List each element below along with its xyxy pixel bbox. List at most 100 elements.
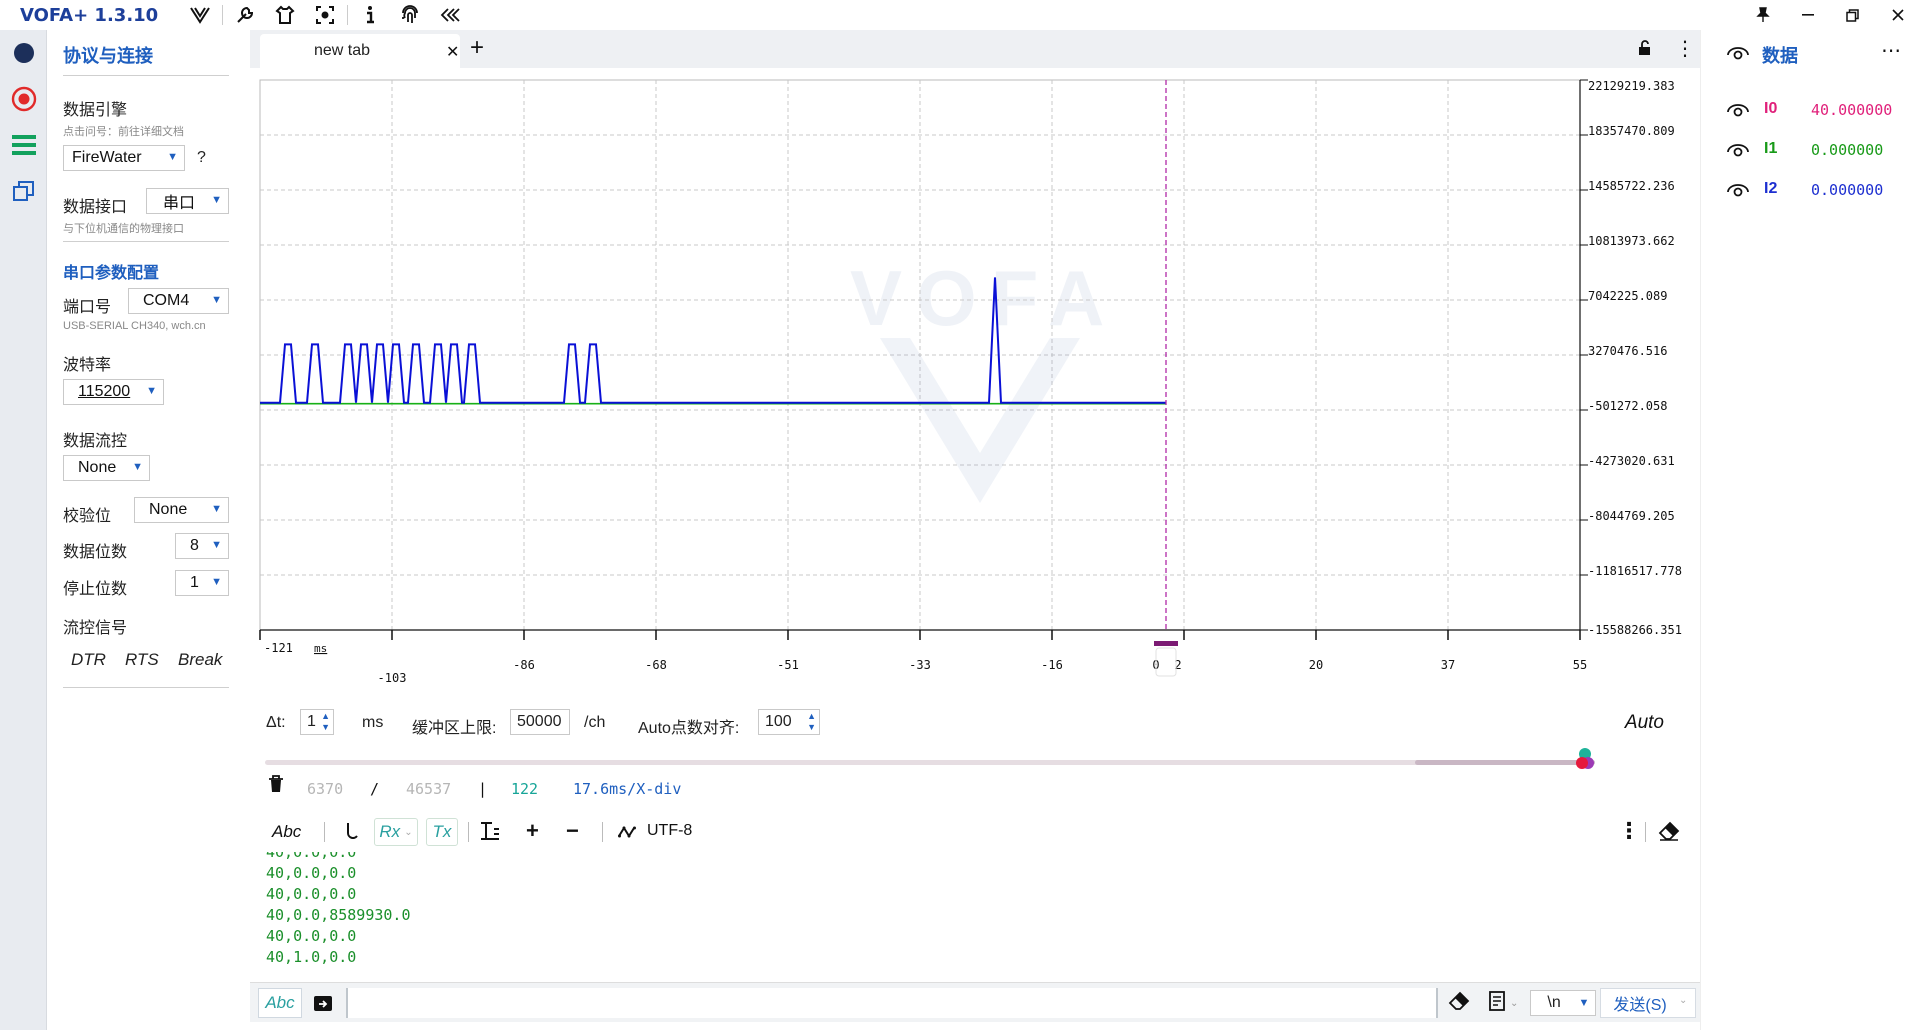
more-vertical-icon[interactable]: ⋮ bbox=[1618, 818, 1640, 844]
interface-dropdown[interactable]: 串口 ▼ bbox=[146, 188, 229, 214]
channel-row-i2[interactable]: I2 0.000000 bbox=[1727, 178, 1907, 202]
wrench-icon[interactable] bbox=[225, 0, 265, 30]
collapse-icon[interactable] bbox=[430, 0, 470, 30]
flow-dropdown[interactable]: None ▼ bbox=[63, 455, 150, 481]
tab-new-tab[interactable]: new tab ✕ bbox=[260, 34, 460, 68]
baud-dropdown[interactable]: 115200 ▼ bbox=[63, 379, 164, 405]
target-icon[interactable] bbox=[0, 76, 47, 122]
send-file-icon[interactable] bbox=[313, 993, 333, 1018]
dtr-button[interactable]: DTR bbox=[71, 650, 106, 670]
auto-align-label: Auto点数对齐: bbox=[638, 720, 740, 737]
eraser-icon[interactable] bbox=[1658, 821, 1680, 846]
channel-row-i0[interactable]: I0 40.000000 bbox=[1727, 98, 1907, 122]
buffer-input[interactable]: 50000 bbox=[510, 709, 570, 735]
x-tick-label: 20 bbox=[1309, 658, 1323, 672]
hook-icon[interactable] bbox=[344, 821, 358, 846]
waveform-plot[interactable]: VOFA 22129219.383 18357470.809 14585722.23… bbox=[250, 68, 1700, 700]
auto-align-spinbox[interactable]: 100 ▲ ▼ bbox=[758, 709, 820, 735]
chevron-down-icon: ▼ bbox=[132, 461, 143, 473]
y-tick-label: -8044769.205 bbox=[1588, 509, 1675, 523]
text-format-icon[interactable] bbox=[480, 821, 500, 846]
shirt-icon[interactable] bbox=[265, 0, 305, 30]
y-tick-label: -501272.058 bbox=[1588, 399, 1667, 413]
abc-mode-button[interactable]: Abc bbox=[272, 822, 301, 842]
channel-name: I0 bbox=[1764, 100, 1778, 117]
y-tick-label: -11816517.778 bbox=[1588, 564, 1682, 578]
lock-icon[interactable] bbox=[1637, 40, 1653, 61]
chevron-down-icon: ▼ bbox=[211, 503, 222, 515]
eye-icon[interactable] bbox=[1727, 46, 1749, 65]
encoding-selector[interactable]: UTF-8 bbox=[647, 822, 692, 840]
channel-dots-icon[interactable] bbox=[1573, 747, 1603, 775]
add-tab-button[interactable]: + bbox=[470, 34, 484, 62]
vofa-logo-icon[interactable] bbox=[180, 0, 220, 30]
record-icon[interactable] bbox=[0, 30, 47, 76]
screenshot-icon[interactable] bbox=[305, 0, 345, 30]
waveform-icon[interactable] bbox=[618, 824, 638, 845]
info-icon[interactable] bbox=[350, 0, 390, 30]
auto-button[interactable]: Auto bbox=[1625, 712, 1664, 734]
stopbits-dropdown[interactable]: 1 ▼ bbox=[175, 570, 229, 596]
fingerprint-icon[interactable] bbox=[390, 0, 430, 30]
zoom-out-button[interactable]: − bbox=[566, 818, 579, 844]
list-icon[interactable] bbox=[0, 122, 47, 168]
spin-arrows-icon[interactable]: ▲ ▼ bbox=[321, 711, 330, 733]
channel-value: 0.000000 bbox=[1811, 181, 1884, 199]
engine-dropdown[interactable]: FireWater ▼ bbox=[63, 145, 185, 171]
history-icon[interactable] bbox=[1488, 990, 1506, 1016]
x-unit-label: ms bbox=[314, 642, 327, 655]
pin-icon[interactable] bbox=[1740, 0, 1785, 30]
windows-icon[interactable] bbox=[0, 168, 47, 214]
newline-dropdown[interactable]: \n ▼ bbox=[1530, 990, 1597, 1016]
rts-button[interactable]: RTS bbox=[125, 650, 159, 670]
chevron-down-icon: ⌄ bbox=[1679, 995, 1688, 1006]
trash-icon[interactable] bbox=[268, 775, 284, 797]
parity-value: None bbox=[149, 501, 188, 518]
send-input[interactable] bbox=[346, 988, 1436, 1018]
close-icon[interactable] bbox=[1875, 0, 1920, 30]
dt-spinbox[interactable]: 1 ▲ ▼ bbox=[300, 709, 334, 735]
break-button[interactable]: Break bbox=[178, 650, 222, 670]
chevron-down-icon: ▼ bbox=[211, 294, 222, 306]
eye-icon[interactable] bbox=[1727, 183, 1749, 202]
toolbar-separator bbox=[1645, 822, 1646, 842]
x-tick-label: -103 bbox=[378, 671, 407, 685]
stat-slash: / bbox=[370, 780, 380, 798]
eye-icon[interactable] bbox=[1727, 103, 1749, 122]
time-cursor[interactable] bbox=[1154, 80, 1178, 677]
x-tick-label: -33 bbox=[909, 658, 931, 672]
stat-sample-count: 6370 bbox=[307, 780, 344, 798]
minimize-icon[interactable] bbox=[1785, 0, 1830, 30]
tx-toggle[interactable]: Tx bbox=[426, 818, 458, 846]
zoom-in-button[interactable]: + bbox=[526, 818, 539, 844]
send-button[interactable]: 发送(S) ⌄ bbox=[1600, 988, 1697, 1018]
port-dropdown[interactable]: COM4 ▼ bbox=[128, 288, 229, 314]
y-tick-label: 18357470.809 bbox=[1588, 124, 1675, 138]
more-horizontal-icon[interactable]: ⋯ bbox=[1881, 38, 1901, 63]
y-axis: 22129219.383 18357470.809 14585722.236 1081… bbox=[1579, 79, 1682, 637]
history-slider[interactable] bbox=[265, 748, 1595, 769]
close-icon[interactable]: ✕ bbox=[446, 42, 459, 62]
spin-arrows-icon[interactable]: ▲ ▼ bbox=[807, 711, 816, 733]
eye-icon[interactable] bbox=[1727, 143, 1749, 162]
divider bbox=[63, 75, 229, 76]
stat-total: 46537 bbox=[406, 780, 452, 798]
send-abc-toggle[interactable]: Abc bbox=[258, 988, 302, 1018]
databits-dropdown[interactable]: 8 ▼ bbox=[175, 533, 229, 559]
y-tick-label: 10813973.662 bbox=[1588, 234, 1675, 248]
clear-send-icon[interactable] bbox=[1448, 991, 1470, 1016]
tab-label: new tab bbox=[314, 42, 371, 59]
restore-icon[interactable] bbox=[1830, 0, 1875, 30]
tab-bar: new tab ✕ + ⋮ bbox=[250, 30, 1700, 68]
stat-xdiv: 17.6ms/X-div bbox=[573, 780, 682, 798]
plot-canvas[interactable]: 22129219.383 18357470.809 14585722.236 1081… bbox=[250, 68, 1700, 700]
chevron-down-icon: ▼ bbox=[211, 539, 222, 551]
y-tick-label: 22129219.383 bbox=[1588, 79, 1675, 93]
help-button[interactable]: ? bbox=[197, 149, 206, 167]
parity-dropdown[interactable]: None ▼ bbox=[134, 497, 229, 523]
channel-row-i1[interactable]: I1 0.000000 bbox=[1727, 138, 1907, 162]
more-vertical-icon[interactable]: ⋮ bbox=[1675, 36, 1695, 61]
receive-text-area[interactable]: 40,0.0,0.0 40,0.0,0.0 40,0.0,0.0 40,0.0,… bbox=[250, 852, 1700, 980]
rx-toggle[interactable]: Rx ⌄ bbox=[374, 818, 418, 846]
chevron-down-icon[interactable]: ⌄ bbox=[1510, 998, 1518, 1009]
